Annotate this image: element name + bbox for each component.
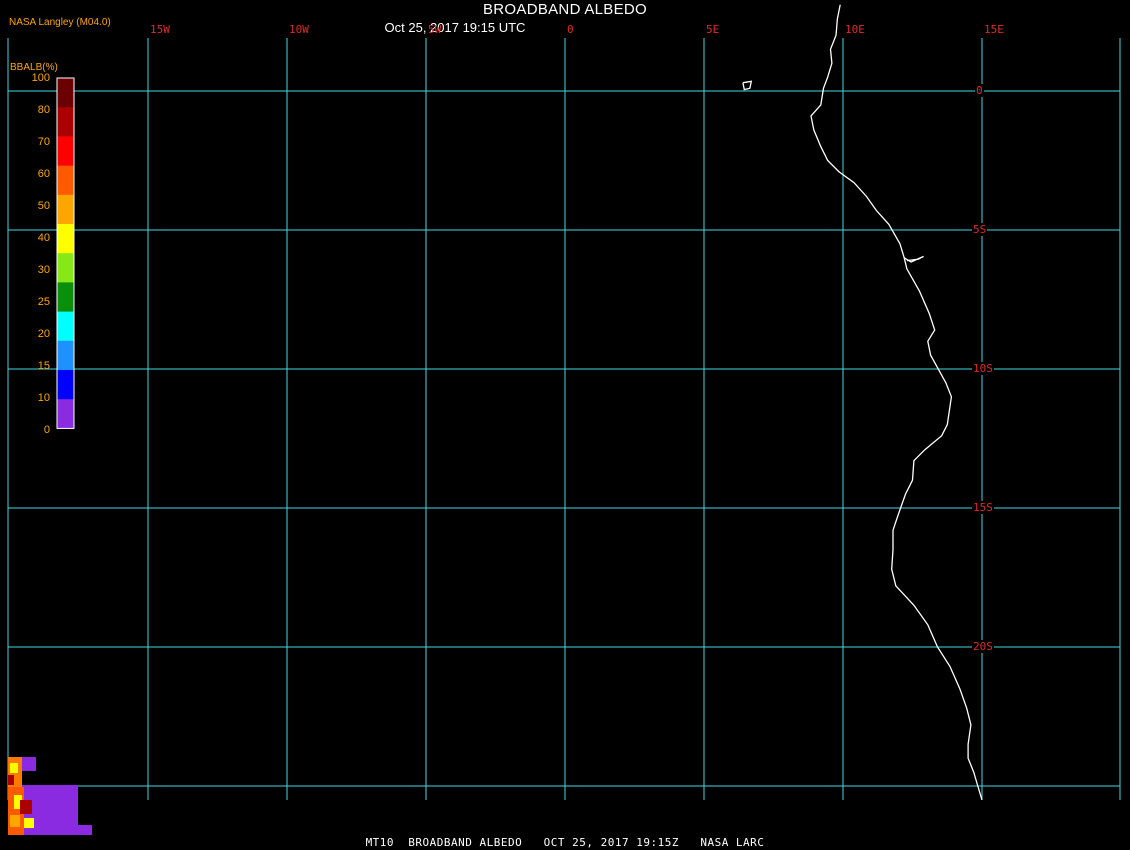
map-canvas <box>7 4 1121 835</box>
credit-label: NASA Langley (M04.0) <box>9 17 111 28</box>
colorbar-segment-0 <box>57 78 74 108</box>
island-0 <box>742 80 753 91</box>
colorbar-segment-1 <box>57 107 74 137</box>
latitude-label-20S: 20S <box>972 640 994 653</box>
colorbar-segment-10 <box>57 370 74 400</box>
colorbar-segment-5 <box>57 224 74 254</box>
albedo-cell-7 <box>10 815 20 827</box>
colorbar-segment-11 <box>57 399 74 429</box>
latitude-label-10S: 10S <box>972 362 994 375</box>
colorbar-segment-6 <box>57 253 74 283</box>
colorbar-tick-label: 100 <box>31 72 50 84</box>
colorbar-tick-label: 80 <box>37 104 50 116</box>
latitude-label-0: 0 <box>975 84 984 97</box>
colorbar-tick-label: 70 <box>37 136 50 148</box>
longitude-label-15E: 15E <box>984 23 1004 36</box>
albedo-cell-8 <box>20 800 32 814</box>
colorbar-segment-9 <box>57 340 74 371</box>
albedo-cell-5 <box>10 763 18 773</box>
colorbar-tick-label: 15 <box>37 360 50 372</box>
colorbar-segment-3 <box>57 165 74 196</box>
longitude-label-0: 0 <box>567 23 574 36</box>
longitude-label-5E: 5E <box>706 23 720 36</box>
colorbar-tick-label: 40 <box>37 232 50 244</box>
albedo-cell-10 <box>24 818 34 828</box>
colorbar-tick-label: 30 <box>37 264 50 276</box>
colorbar-tick-label: 50 <box>37 200 50 212</box>
colorbar-segment-7 <box>57 282 74 313</box>
longitude-label-5W: 5W <box>428 23 442 36</box>
longitude-label-15W: 15W <box>150 23 170 36</box>
footer-caption: MT10 BROADBAND ALBEDO OCT 25, 2017 19:15… <box>365 836 765 849</box>
albedo-cell-9 <box>8 775 14 785</box>
colorbar-tick-label: 20 <box>37 328 50 340</box>
coastline <box>810 4 983 801</box>
latitude-label-5S: 5S <box>972 223 988 236</box>
colorbar-tick-label: 0 <box>43 424 50 436</box>
longitude-label-10W: 10W <box>289 23 309 36</box>
colorbar-segment-2 <box>57 136 74 167</box>
colorbar-segment-8 <box>57 311 74 342</box>
colorbar-tick-label: 25 <box>37 296 50 308</box>
latitude-label-15S: 15S <box>972 501 994 514</box>
colorbar-tick-label: 10 <box>37 392 50 404</box>
colorbar-tick-label: 60 <box>37 168 50 180</box>
map-title: BROADBAND ALBEDO <box>482 1 647 18</box>
river-mouth <box>903 255 924 263</box>
colorbar-segment-4 <box>57 194 74 225</box>
longitude-label-10E: 10E <box>845 23 865 36</box>
